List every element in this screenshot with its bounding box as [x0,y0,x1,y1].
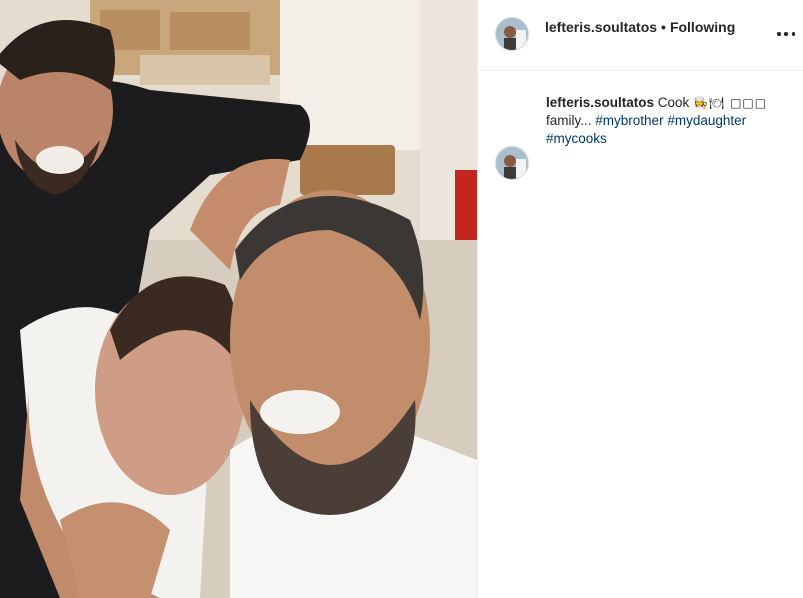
caption-avatar[interactable] [495,146,529,180]
author-username[interactable]: lefteris.soultatos [545,19,657,35]
hashtag-mydaughter[interactable]: #mydaughter [667,113,746,128]
caption-text-after: family... [546,113,592,128]
caption-text: lefteris.soultatos Cook 👩‍🍳🍽 □□□ family.… [546,94,796,148]
author-avatar[interactable] [495,17,529,51]
photo-illustration [0,0,477,598]
following-button[interactable]: Following [670,19,735,35]
separator-dot: • [661,19,666,35]
hashtag-mycooks[interactable]: #mycooks [546,131,607,146]
more-options-icon[interactable] [777,26,795,42]
post-side-panel: lefteris.soultatos • Following lefteris.so… [477,0,803,598]
hashtag-mybrother[interactable]: #mybrother [595,113,663,128]
caption-username[interactable]: lefteris.soultatos [546,95,654,110]
post-header: lefteris.soultatos • Following [478,0,803,71]
caption-text-before: Cook [657,95,690,110]
post-photo[interactable] [0,0,477,598]
caption-emojis: 👩‍🍳🍽 □□□ [693,96,768,110]
